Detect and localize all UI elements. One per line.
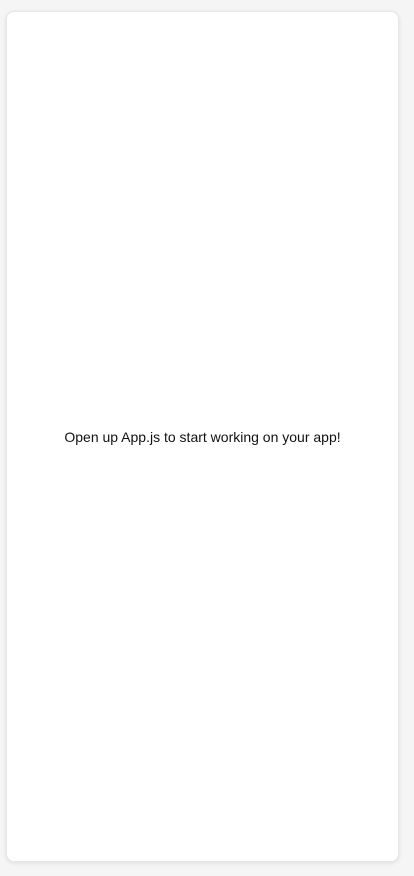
app-container: Open up App.js to start working on your … bbox=[6, 11, 399, 862]
welcome-message: Open up App.js to start working on your … bbox=[64, 428, 341, 445]
page: Open up App.js to start working on your … bbox=[0, 0, 414, 876]
